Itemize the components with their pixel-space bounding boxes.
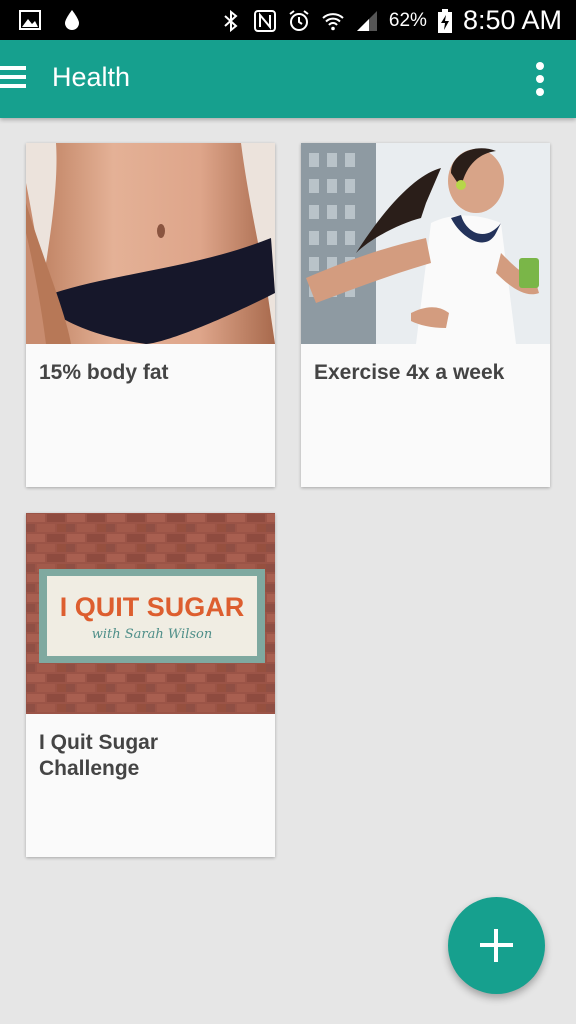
add-button[interactable] [448,897,545,994]
card-exercise[interactable]: Exercise 4x a week [301,143,550,487]
hamburger-menu-icon[interactable] [0,64,30,94]
water-drop-icon [60,8,84,32]
clock: 8:50 AM [462,5,562,35]
quit-sugar-sign-photo: I QUIT SUGAR with Sarah Wilson [26,513,275,714]
app-bar: Health [0,40,576,118]
page-title: Health [52,62,131,92]
sign-title: I QUIT SUGAR [60,592,245,622]
body-fat-photo [26,143,275,344]
status-bar: 62% 8:50 AM [0,0,576,40]
wifi-icon [321,9,345,33]
card-title: Exercise 4x a week [314,361,505,384]
card-title: I Quit Sugar Challenge [39,731,159,780]
image-icon [18,8,42,32]
card-quit-sugar[interactable]: I QUIT SUGAR with Sarah Wilson I Quit Su… [26,513,275,857]
signal-icon [355,9,379,33]
sign-subtitle: with Sarah Wilson [92,627,212,642]
more-vert-icon[interactable] [530,60,550,98]
alarm-icon [287,9,311,33]
battery-percent: 62% [388,9,427,31]
battery-charging-icon [437,8,453,33]
nfc-icon [253,9,277,33]
card-body-fat[interactable]: 15% body fat [26,143,275,487]
runner-photo [301,143,550,344]
bluetooth-icon [219,9,243,33]
card-title: 15% body fat [39,361,169,384]
